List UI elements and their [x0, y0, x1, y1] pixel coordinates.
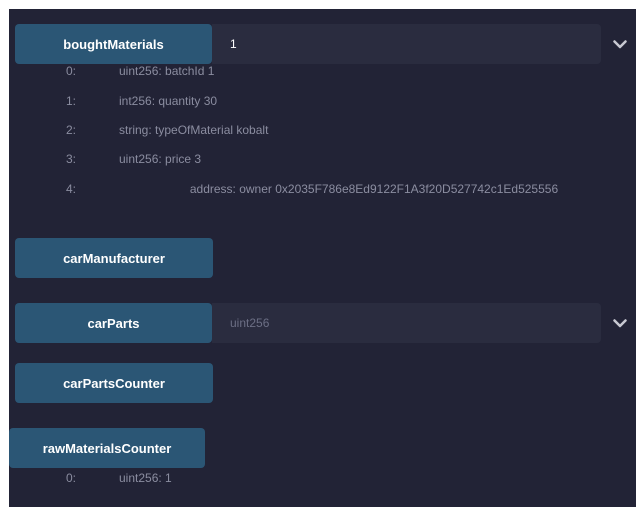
result-index: 4: — [66, 182, 77, 196]
car-parts-counter-button[interactable]: carPartsCounter — [15, 363, 213, 403]
chevron-down-icon[interactable] — [612, 36, 628, 52]
result-index: 0: — [66, 471, 77, 485]
result-value: uint256: batchId 1 — [119, 64, 215, 78]
bought-materials-input-value: 1 — [230, 37, 237, 51]
chevron-down-icon[interactable] — [612, 315, 628, 331]
contract-functions-panel: boughtMaterials 1 0: uint256: batchId 1 … — [9, 9, 636, 507]
bought-materials-input[interactable]: 1 — [212, 24, 601, 64]
result-value: int256: quantity 30 — [119, 94, 218, 108]
result-value-owner-address: address: owner 0x2035F786e8Ed9122F1A3f20… — [189, 182, 559, 196]
result-index: 3: — [66, 152, 77, 166]
car-parts-input[interactable] — [212, 303, 601, 343]
raw-materials-counter-button[interactable]: rawMaterialsCounter — [9, 428, 205, 468]
bought-materials-button[interactable]: boughtMaterials — [15, 24, 212, 64]
car-manufacturer-button[interactable]: carManufacturer — [15, 238, 213, 278]
result-index: 0: — [66, 64, 77, 78]
result-value: uint256: 1 — [119, 471, 172, 485]
result-index: 2: — [66, 123, 77, 137]
car-parts-button[interactable]: carParts — [15, 303, 212, 343]
result-value: string: typeOfMaterial kobalt — [119, 123, 269, 137]
result-value: uint256: price 3 — [119, 152, 202, 166]
result-index: 1: — [66, 94, 77, 108]
